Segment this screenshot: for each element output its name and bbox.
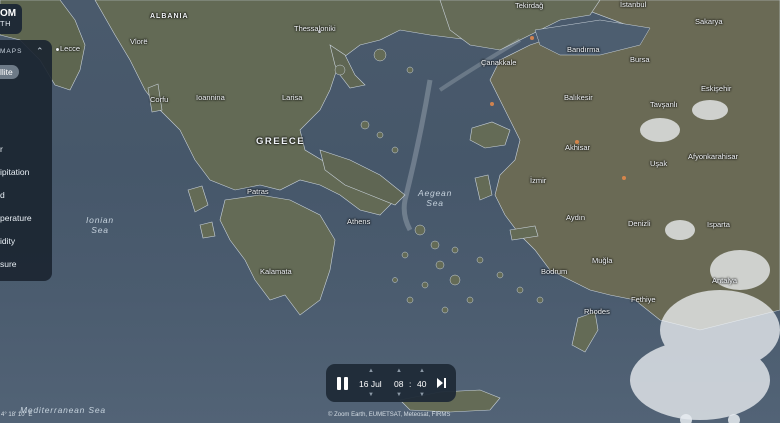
city-label-bandirma: Bandırma — [567, 45, 600, 54]
logo-line-2: TH — [0, 19, 11, 28]
city-label-eskisehir: Eskişehir — [701, 84, 732, 93]
fire-hotspot — [622, 176, 626, 180]
country-label-greece: GREECE — [256, 136, 306, 147]
fire-hotspot — [490, 102, 494, 106]
city-label-aydin: Aydın — [566, 213, 586, 222]
city-label-antalya: Antalya — [712, 276, 738, 285]
fire-hotspot — [530, 36, 534, 40]
city-label-canakkale: Çanakkale — [481, 58, 517, 67]
city-label-denizli: Denizli — [628, 219, 651, 228]
city-label-lecce: Lecce — [60, 44, 81, 53]
city-label-thessaloniki: Thessaloniki — [294, 24, 336, 33]
city-label-ioannina: Ioannina — [196, 93, 225, 102]
map-layer-pressure[interactable]: sure — [0, 259, 17, 269]
map-terrain — [0, 0, 780, 420]
app-logo[interactable]: OM TH — [0, 4, 22, 34]
satellite-map[interactable]: ALBANIA GREECE Lecce Vlorë Thessaloniki … — [0, 0, 780, 423]
map-attribution[interactable]: © Zoom Earth, EUMETSAT, Meteosat, FIRMS — [328, 412, 450, 418]
city-label-athens: Athens — [347, 217, 371, 226]
city-label-kalamata: Kalamata — [260, 267, 292, 276]
city-label-afyonkarahisar: Afyonkarahisar — [688, 152, 739, 161]
minute-display[interactable]: 40 — [417, 379, 426, 389]
hour-up-arrow-icon[interactable]: ▲ — [396, 368, 402, 374]
skip-forward-icon[interactable] — [437, 378, 447, 388]
settings-icon[interactable] — [680, 414, 692, 423]
map-layer-wind[interactable]: d — [0, 190, 5, 200]
pause-icon[interactable] — [337, 377, 349, 390]
time-separator: : — [409, 379, 412, 389]
city-label-isparta: Isparta — [707, 220, 730, 229]
city-label-istanbul: İstanbul — [620, 0, 647, 9]
sea-label-ionian: Ionian Sea — [86, 215, 114, 235]
city-label-tekirdag: Tekirdağ — [515, 1, 544, 10]
city-label-bodrum: Bodrum — [541, 267, 568, 276]
date-up-arrow-icon[interactable]: ▲ — [368, 368, 374, 374]
city-label-mugla: Muğla — [592, 256, 613, 265]
date-display[interactable]: 16 Jul — [359, 379, 382, 389]
country-label-albania: ALBANIA — [150, 13, 189, 20]
city-label-usak: Uşak — [650, 159, 668, 168]
sea-label-mediterranean: Mediterranean Sea — [20, 405, 106, 415]
city-label-sakarya: Sakarya — [695, 17, 723, 26]
city-label-vlore: Vlorë — [130, 37, 148, 46]
coordinate-readout: 4° 18' 10" E — [1, 412, 33, 418]
hour-display[interactable]: 08 — [394, 379, 403, 389]
chevron-up-icon[interactable]: ⌃ — [36, 46, 44, 57]
city-label-bursa: Bursa — [630, 55, 650, 64]
city-label-izmir: İzmir — [530, 176, 547, 185]
maps-panel-title: MAPS — [0, 48, 23, 55]
map-layer-satellite[interactable]: llite — [0, 65, 19, 79]
city-label-akhisar: Akhisar — [565, 143, 591, 152]
minute-up-arrow-icon[interactable]: ▲ — [419, 368, 425, 374]
map-layer-precipitation[interactable]: ipitation — [0, 167, 29, 177]
time-control-bar: ▲ 16 Jul ▼ ▲ 08 ▼ : ▲ 40 ▼ — [326, 364, 456, 402]
city-label-fethiye: Fethiye — [631, 295, 656, 304]
city-label-tavsanli: Tavşanlı — [650, 100, 678, 109]
city-label-corfu: Corfu — [150, 95, 169, 104]
city-label-rhodes: Rhodes — [584, 307, 610, 316]
map-layer-radar[interactable]: r — [0, 144, 3, 154]
city-label-larisa: Larisa — [282, 93, 303, 102]
hour-down-arrow-icon[interactable]: ▼ — [396, 392, 402, 398]
city-dot — [56, 48, 59, 51]
maps-panel: MAPS ⌃ llite r ipitation d perature idit… — [0, 40, 52, 281]
sea-label-aegean: Aegean Sea — [418, 188, 453, 208]
city-label-balikesir: Balıkesir — [564, 93, 593, 102]
location-icon[interactable] — [728, 414, 740, 423]
logo-line-1: OM — [0, 8, 17, 19]
minute-down-arrow-icon[interactable]: ▼ — [419, 392, 425, 398]
map-layer-humidity[interactable]: idity — [0, 236, 15, 246]
map-layer-temperature[interactable]: perature — [0, 213, 32, 223]
date-down-arrow-icon[interactable]: ▼ — [368, 392, 374, 398]
city-label-patras: Patras — [247, 187, 269, 196]
